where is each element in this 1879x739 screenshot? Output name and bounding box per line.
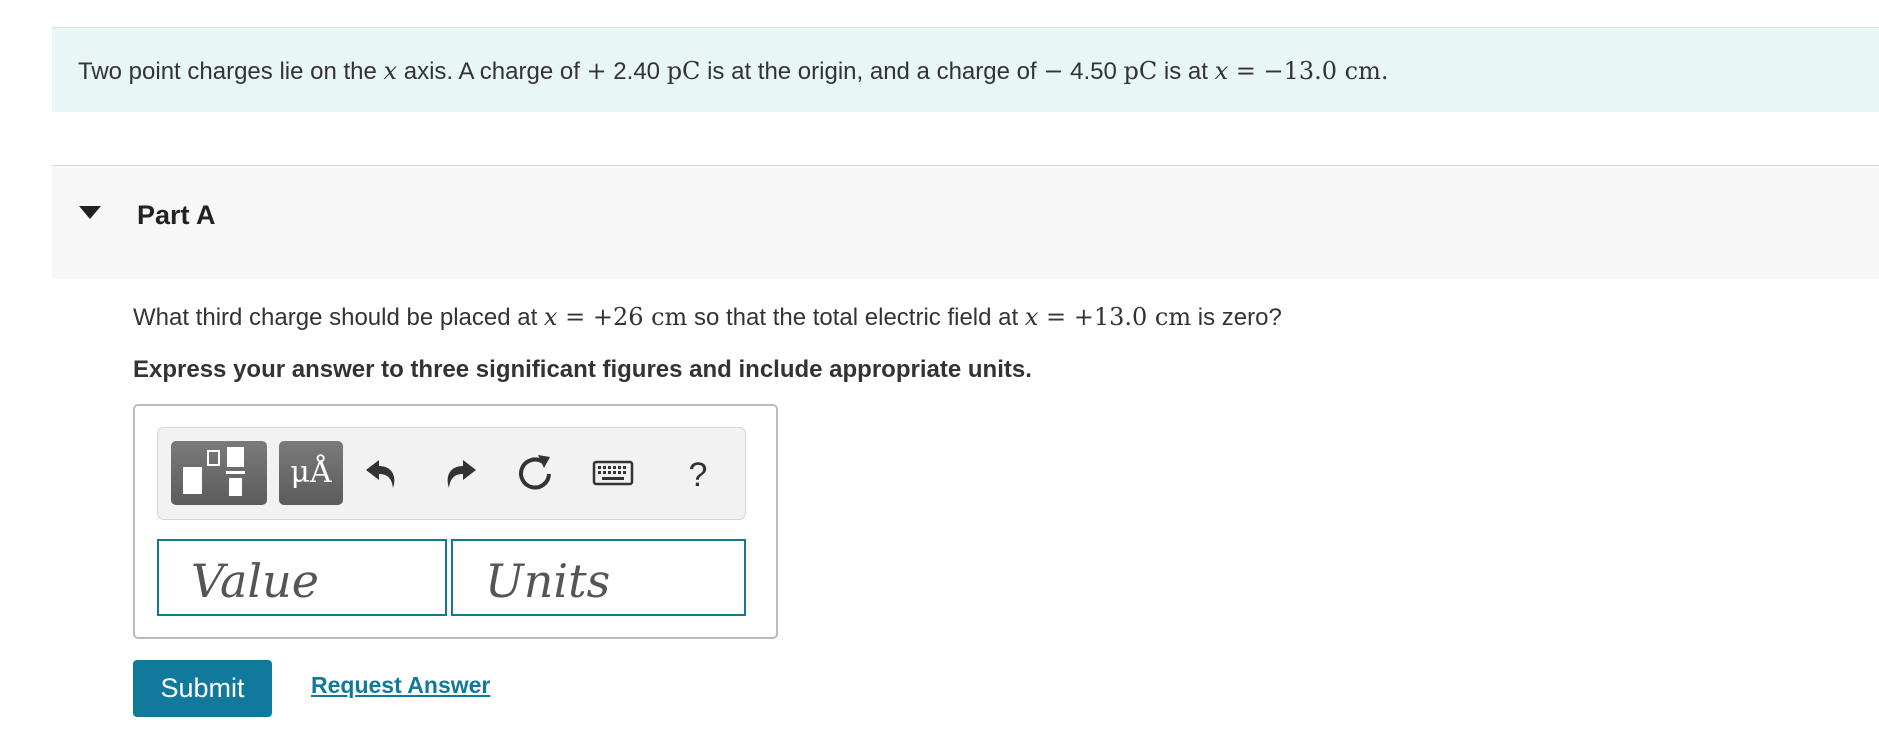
math-toolbar: μÅ ?: [157, 427, 746, 520]
question-text: What third charge should be placed at x …: [133, 302, 1282, 333]
question-math-x-2: x: [1024, 303, 1039, 331]
question-text-1: What third charge should be placed at: [133, 304, 544, 331]
intro-math-unit-2: pC: [1123, 57, 1158, 85]
question-text-3: is zero?: [1191, 304, 1282, 331]
intro-text: Two point charges lie on the x axis. A c…: [78, 56, 1388, 87]
redo-icon: [447, 460, 476, 488]
keyboard-icon: [592, 460, 634, 486]
intro-math-plus: +: [586, 57, 607, 85]
answer-instruction: Express your answer to three significant…: [133, 356, 1032, 383]
intro-text-2: axis. A charge of: [397, 58, 587, 85]
templates-icon: [183, 447, 245, 496]
redo-button[interactable]: [434, 448, 484, 498]
question-text-2: so that the total electric field at: [687, 304, 1025, 331]
intro-math-unit-1: pC: [666, 57, 701, 85]
submit-button[interactable]: Submit: [133, 660, 272, 717]
problem-intro: Two point charges lie on the x axis. A c…: [52, 27, 1879, 112]
intro-math-position: = −13.0 cm.: [1228, 57, 1389, 85]
intro-text-5: 4.50: [1063, 58, 1124, 85]
part-title: Part A: [137, 200, 216, 230]
answer-box: μÅ ? Value Units: [133, 404, 778, 639]
request-answer-link[interactable]: Request Answer: [311, 672, 490, 699]
intro-math-x: x: [383, 57, 398, 85]
question-math-x: x: [543, 303, 558, 331]
keyboard-button[interactable]: [588, 448, 638, 498]
intro-text-4: is at the origin, and a charge of: [700, 58, 1044, 85]
intro-math-x-2: x: [1214, 57, 1229, 85]
intro-text-1: Two point charges lie on the: [78, 58, 384, 85]
part-header[interactable]: Part A: [52, 165, 1879, 279]
undo-button[interactable]: [358, 448, 408, 498]
intro-text-6: is at: [1157, 58, 1215, 85]
question-math-position-2: = +13.0 cm: [1038, 303, 1192, 331]
intro-text-3: 2.40: [606, 58, 667, 85]
templates-button[interactable]: [171, 441, 267, 505]
undo-icon: [366, 460, 395, 488]
question-math-position-1: = +26 cm: [557, 303, 688, 331]
reset-icon: [519, 455, 551, 490]
value-input[interactable]: [157, 539, 447, 616]
reset-button[interactable]: [510, 448, 560, 498]
intro-math-minus: −: [1043, 57, 1064, 85]
symbols-button[interactable]: μÅ: [279, 441, 343, 505]
collapse-caret-icon[interactable]: [79, 206, 101, 219]
units-input[interactable]: [451, 539, 746, 616]
help-button[interactable]: ?: [678, 450, 718, 500]
